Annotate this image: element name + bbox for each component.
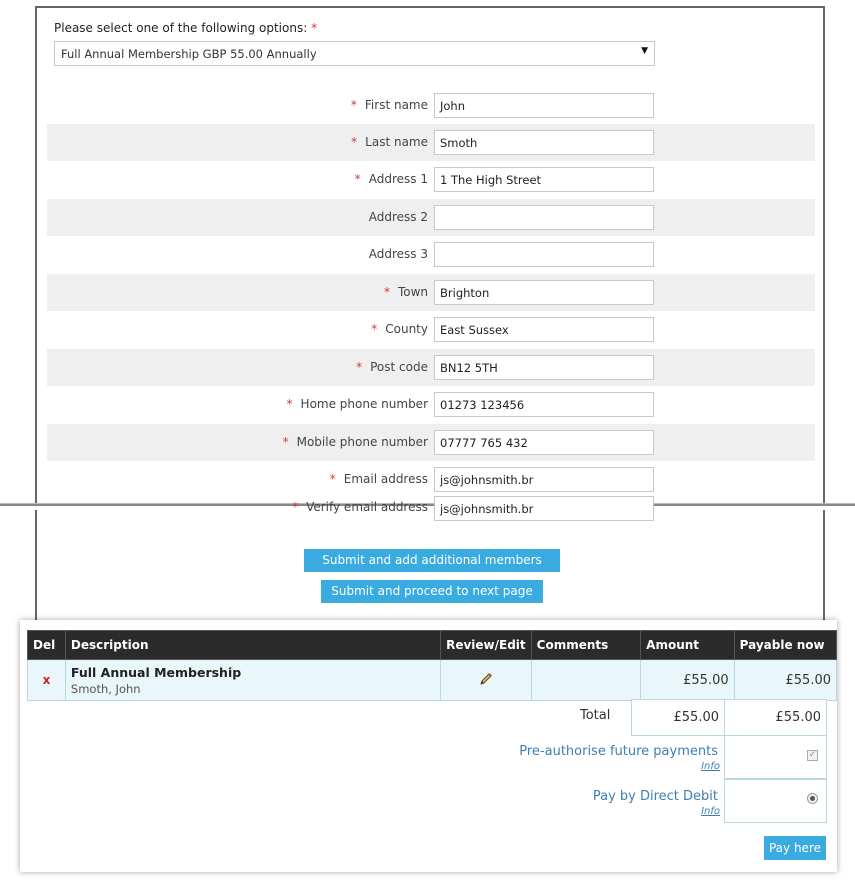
address-3-input[interactable] <box>434 242 654 267</box>
total-amount: £55.00 <box>631 699 725 736</box>
item-amount: £55.00 <box>640 659 735 701</box>
mobile-phone-input[interactable]: 07777 765 432 <box>434 430 654 455</box>
submit-add-members-button[interactable]: Submit and add additional members <box>304 549 560 572</box>
col-payable-now: Payable now <box>733 630 838 660</box>
cart-panel: Del Description Review/Edit Comments Amo… <box>20 620 838 872</box>
field-label: Address 3 <box>368 247 428 261</box>
submit-next-page-button[interactable]: Submit and proceed to next page <box>321 580 543 603</box>
form-row-address-3: Address 3 <box>47 236 815 273</box>
field-label: Address 2 <box>368 210 428 224</box>
field-label: * Mobile phone number <box>282 435 428 449</box>
form-row-verify-email: * Verify email address js@johnsmith.br <box>47 496 815 526</box>
form-row-county: * County East Sussex <box>47 311 815 348</box>
form-row-last-name: * Last name Smoth <box>47 124 815 161</box>
col-del: Del <box>27 630 66 660</box>
preauthorise-checkbox[interactable]: ✓ <box>807 750 818 761</box>
item-title: Full Annual Membership <box>70 664 242 680</box>
direct-debit-radio[interactable] <box>807 793 818 804</box>
form-row-post-code: * Post code BN12 5TH <box>47 349 815 386</box>
membership-option-label: Please select one of the following optio… <box>54 21 318 35</box>
item-member-name: Smoth, John <box>70 681 141 696</box>
direct-debit-label: Pay by Direct Debit <box>592 789 718 804</box>
cart-table: Del Description Review/Edit Comments Amo… <box>27 630 838 701</box>
form-row-first-name: * First name John <box>47 87 815 124</box>
required-marker: * <box>311 21 318 35</box>
col-review-edit: Review/Edit <box>440 630 532 660</box>
cart-item-row: x Full Annual Membership Smoth, John £55… <box>27 659 838 701</box>
membership-option-value: Full Annual Membership GBP 55.00 Annuall… <box>61 47 317 61</box>
item-payable-now: £55.00 <box>733 659 838 701</box>
field-label: * County <box>371 322 428 336</box>
item-comments <box>530 659 642 701</box>
last-name-input[interactable]: Smoth <box>434 130 654 155</box>
preauthorise-cell: ✓ <box>724 735 827 779</box>
form-row-address-1: * Address 1 1 The High Street <box>47 161 815 198</box>
town-input[interactable]: Brighton <box>434 280 654 305</box>
form-row-address-2: Address 2 <box>47 199 815 236</box>
verify-email-input[interactable]: js@johnsmith.br <box>434 496 654 521</box>
field-label: * Town <box>383 285 428 299</box>
total-label: Total <box>580 708 611 723</box>
membership-form: Please select one of the following optio… <box>35 6 825 504</box>
col-description: Description <box>64 630 442 660</box>
delete-item-button[interactable]: x <box>27 659 66 701</box>
col-comments: Comments <box>530 630 642 660</box>
dropdown-arrow-icon: ▼ <box>641 46 648 56</box>
preauthorise-label: Pre-authorise future payments <box>519 744 718 759</box>
item-description: Full Annual Membership Smoth, John <box>64 659 442 701</box>
total-payable-now: £55.00 <box>724 699 827 736</box>
form-row-mobile-phone: * Mobile phone number 07777 765 432 <box>47 424 815 461</box>
post-code-input[interactable]: BN12 5TH <box>434 355 654 380</box>
field-label: * Post code <box>356 360 428 374</box>
pay-here-button[interactable]: Pay here <box>764 836 826 860</box>
form-row-town: * Town Brighton <box>47 274 815 311</box>
direct-debit-info-link[interactable]: Info <box>701 806 720 817</box>
preauthorise-info-link[interactable]: Info <box>701 761 720 772</box>
email-input[interactable]: js@johnsmith.br <box>434 467 654 492</box>
membership-option-select[interactable]: Full Annual Membership GBP 55.00 Annuall… <box>54 41 655 66</box>
field-label: * Home phone number <box>286 397 428 411</box>
edit-item-cell[interactable] <box>440 659 532 701</box>
col-amount: Amount <box>640 630 735 660</box>
direct-debit-cell <box>724 779 827 823</box>
field-label: * Address 1 <box>354 172 428 186</box>
pencil-icon[interactable] <box>479 672 493 686</box>
address-1-input[interactable]: 1 The High Street <box>434 167 654 192</box>
field-label: * Last name <box>351 135 428 149</box>
form-row-email: * Email address js@johnsmith.br <box>47 461 815 498</box>
form-row-home-phone: * Home phone number 01273 123456 <box>47 386 815 423</box>
home-phone-input[interactable]: 01273 123456 <box>434 392 654 417</box>
cart-header-row: Del Description Review/Edit Comments Amo… <box>27 630 838 660</box>
county-input[interactable]: East Sussex <box>434 317 654 342</box>
membership-form-continued: * Verify email address js@johnsmith.br Su… <box>35 496 825 620</box>
address-2-input[interactable] <box>434 205 654 230</box>
field-label: * Email address <box>329 472 428 486</box>
field-label: * Verify email address <box>292 500 428 514</box>
first-name-input[interactable]: John <box>434 93 654 118</box>
field-label: * First name <box>350 98 428 112</box>
